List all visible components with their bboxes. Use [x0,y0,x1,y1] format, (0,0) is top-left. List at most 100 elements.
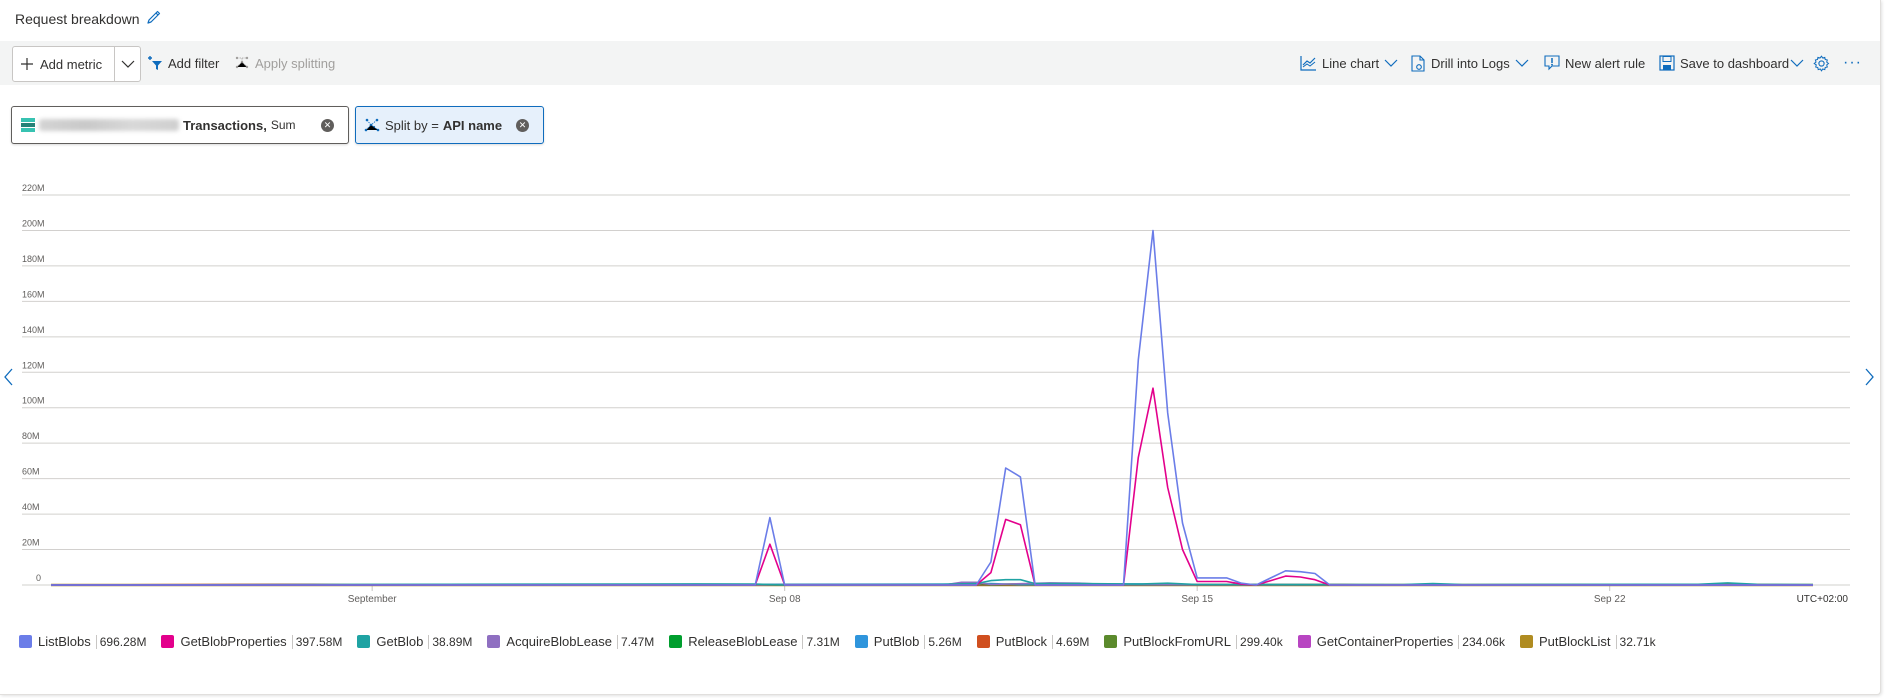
line-chart-icon [1300,56,1316,71]
line-chart-label: Line chart [1322,55,1380,71]
add-metric-label: Add metric [40,56,103,72]
legend-swatch [1520,635,1533,648]
legend-value: 32.71k [1615,634,1656,649]
gear-icon [1813,54,1830,72]
save-to-dashboard-button[interactable]: Save to dashboard [1659,41,1804,85]
chart-panel: Request breakdown Add metric Add filter … [0,0,1881,695]
legend-value: 4.69M [1052,634,1089,649]
apply-splitting-button[interactable]: Apply splitting [234,41,335,85]
add-filter-icon [148,56,162,70]
legend-value: 5.26M [924,634,962,649]
line-chart-button[interactable]: Line chart [1300,41,1398,85]
drill-into-logs-label: Drill into Logs [1431,55,1510,71]
legend-label: GetBlobProperties [180,634,287,649]
legend-item[interactable]: PutBlock 4.69M [976,634,1089,649]
legend-item[interactable]: GetBlobProperties 397.58M [161,634,342,649]
ellipsis-icon: ··· [1843,54,1862,71]
remove-metric-icon[interactable]: ✕ [321,118,334,132]
add-filter-label: Add filter [168,55,220,71]
new-alert-rule-label: New alert rule [1565,55,1646,71]
legend-label: ReleaseBlobLease [688,634,798,649]
legend-value: 38.89M [428,634,472,649]
legend-item[interactable]: GetBlob 38.89M [357,634,472,649]
x-tick-label: Sep 08 [769,594,801,605]
y-tick-label: 200M [22,218,45,228]
legend-swatch [976,635,990,648]
splitting-icon [235,56,249,69]
x-tick-label: Sep 15 [1181,594,1213,605]
x-tick-label: September [348,594,398,605]
chart-legend: ListBlobs 696.28M GetBlobProperties 397.58M… [19,634,1671,649]
splitting-icon [364,118,380,132]
metric-name: Transactions, [183,117,267,133]
more-options-button[interactable]: ··· [1843,41,1862,85]
legend-value: 696.28M [95,634,146,649]
y-tick-label: 180M [22,254,45,264]
y-tick-label: 0 [36,573,41,583]
chevron-down-icon [1515,59,1529,67]
metric-aggregation: Sum [270,118,296,132]
y-tick-label: 160M [22,289,45,299]
split-prefix: Split by = [385,117,439,133]
x-tick-label: Sep 22 [1594,594,1626,605]
legend-item[interactable]: PutBlockList 32.71k [1520,634,1656,649]
timezone-label: UTC+02:00 [1797,594,1849,605]
line-chart: 0 20M 40M 60M 80M 100M 120M 140M 160M 180M 200M 220… [22,183,1850,605]
legend-label: PutBlob [873,634,920,649]
legend-value: 7.31M [802,634,840,649]
y-tick-label: 60M [22,467,40,477]
legend-swatch [19,635,32,648]
y-tick-label: 140M [22,325,45,335]
legend-label: PutBlock [995,634,1048,649]
legend-item[interactable]: PutBlockFromURL 299.40k [1104,634,1283,649]
add-filter-button[interactable]: Add filter [147,41,219,85]
drill-into-logs-button[interactable]: Drill into Logs [1411,41,1529,85]
remove-split-icon[interactable]: ✕ [516,118,529,132]
legend-item[interactable]: PutBlob 5.26M [854,634,962,649]
split-value: API name [442,117,503,133]
y-tick-label: 40M [22,502,40,512]
logs-icon [1411,54,1425,72]
legend-label: PutBlockFromURL [1123,634,1232,649]
legend-item[interactable]: ReleaseBlobLease 7.31M [669,634,840,649]
y-tick-label: 80M [22,431,40,441]
new-alert-rule-button[interactable]: New alert rule [1544,41,1645,85]
add-metric-split-button: Add metric [12,46,141,82]
apply-splitting-label: Apply splitting [255,55,336,71]
legend-value: 397.58M [291,634,342,649]
series-line-getblobproperties [51,387,1813,586]
save-to-dashboard-label: Save to dashboard [1680,55,1790,71]
add-metric-button[interactable]: Add metric [13,47,115,81]
legend-label: ListBlobs [38,634,91,649]
legend-label: AcquireBlobLease [506,634,612,649]
y-tick-label: 100M [22,396,45,406]
resource-name-redacted [39,119,179,131]
storage-account-icon [21,118,35,132]
legend-label: PutBlockList [1539,634,1611,649]
legend-value: 234.06k [1458,634,1505,649]
settings-button[interactable] [1813,41,1830,85]
legend-swatch [1104,635,1118,648]
legend-item[interactable]: ListBlobs 696.28M [19,634,146,649]
y-tick-label: 20M [22,538,40,548]
legend-swatch [487,635,501,648]
legend-label: GetBlob [376,634,424,649]
legend-label: GetContainerProperties [1316,634,1454,649]
metric-pill[interactable]: Transactions, Sum ✕ [11,106,349,144]
pencil-icon[interactable] [146,9,162,28]
legend-item[interactable]: GetContainerProperties 234.06k [1297,634,1505,649]
save-icon [1659,55,1675,71]
plus-icon [21,58,33,70]
legend-swatch [357,635,371,648]
legend-item[interactable]: AcquireBlobLease 7.47M [487,634,654,649]
chart-title-text: Request breakdown [15,10,140,27]
toolbar: Add metric Add filter Apply splitting Li… [0,41,1880,85]
chart-title: Request breakdown [15,9,162,28]
split-pill[interactable]: Split by = API name ✕ [355,106,544,144]
legend-swatch [669,635,683,648]
legend-swatch [854,635,868,648]
legend-swatch [1297,635,1311,648]
chevron-down-icon [121,60,134,68]
add-metric-dropdown[interactable] [115,47,140,81]
y-tick-label: 120M [22,360,45,370]
